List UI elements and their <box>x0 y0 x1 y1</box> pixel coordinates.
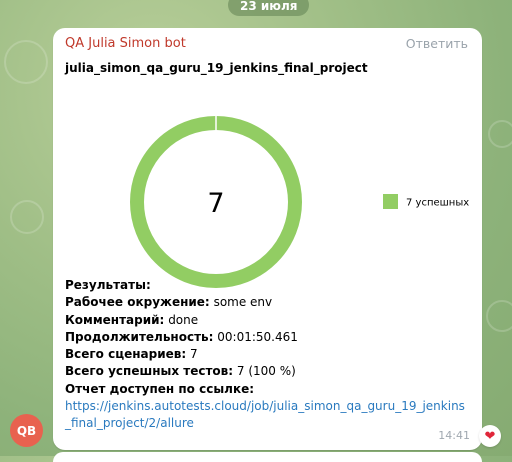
message-bubble[interactable]: QA Julia Simon bot Ответить julia_simon_… <box>53 28 482 450</box>
background-doodle <box>488 120 512 148</box>
background-doodle <box>486 300 512 332</box>
scenarios-value: 7 <box>189 347 198 362</box>
passed-row: Всего успешных тестов: 7 (100 %) <box>65 364 296 379</box>
report-link[interactable]: https://jenkins.autotests.cloud/job/juli… <box>65 399 465 430</box>
results-chart: 7 7 успешных <box>130 116 469 288</box>
project-title: julia_simon_qa_guru_19_jenkins_final_pro… <box>65 61 368 75</box>
chart-center-value: 7 <box>207 188 224 219</box>
comment-row: Комментарий: done <box>65 312 199 327</box>
passed-value: 7 (100 %) <box>236 364 296 379</box>
sender-name[interactable]: QA Julia Simon bot <box>65 36 186 51</box>
results-heading: Результаты: <box>65 278 151 292</box>
message-time: 14:41 <box>438 429 470 442</box>
reply-button[interactable]: Ответить <box>406 36 468 51</box>
background-doodle <box>10 200 44 234</box>
avatar[interactable]: QB <box>10 414 43 447</box>
env-row: Рабочее окружение: some env <box>65 295 273 310</box>
report-info: Результаты: Рабочее окружение: some env … <box>65 277 465 433</box>
legend-label-passed: 7 успешных <box>406 198 469 209</box>
duration-value: 00:01:50.461 <box>217 329 298 344</box>
legend-swatch-passed <box>383 194 398 209</box>
duration-row: Продолжительность: 00:01:50.461 <box>65 329 298 344</box>
heart-icon[interactable]: ❤ <box>479 425 501 447</box>
comment-value: done <box>168 312 199 327</box>
background-doodle <box>4 40 48 84</box>
scenarios-row: Всего сценариев: 7 <box>65 347 198 362</box>
report-label-row: Отчет доступен по ссылке: <box>65 381 255 396</box>
date-separator: 23 июля <box>228 0 310 16</box>
next-message-bubble[interactable] <box>53 452 482 462</box>
env-value: some env <box>213 295 273 310</box>
